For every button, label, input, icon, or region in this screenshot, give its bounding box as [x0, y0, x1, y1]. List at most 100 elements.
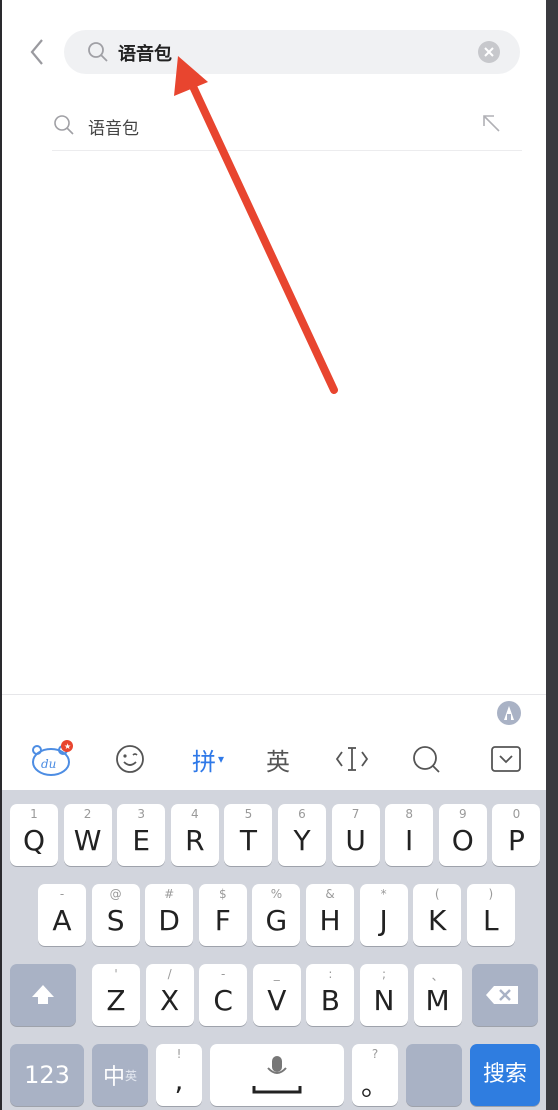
search-bar[interactable]: 语音包 [64, 30, 520, 74]
key-sub-label: 3 [137, 807, 145, 821]
delete-key[interactable] [472, 964, 538, 1026]
key-main-label: Q [22, 824, 46, 857]
key-v[interactable]: _ V [252, 964, 301, 1026]
search-toolbar-icon[interactable] [406, 740, 446, 778]
back-button[interactable] [26, 36, 50, 68]
key-main-label: L [482, 904, 499, 937]
comma-key[interactable]: ! , [156, 1044, 202, 1106]
fill-query-icon[interactable] [482, 114, 502, 138]
clear-button[interactable] [478, 41, 500, 63]
key-x[interactable]: / X [145, 964, 194, 1026]
key-sub-label: 9 [458, 807, 467, 821]
key-e[interactable]: 3E [117, 804, 166, 866]
key-sub-label: ) [488, 887, 494, 901]
emoji-icon[interactable] [110, 740, 150, 778]
key-i[interactable]: 8I [385, 804, 434, 866]
du-logo-icon[interactable]: du ★ [28, 740, 78, 778]
search-key-label: 搜索 [482, 1062, 527, 1087]
key-h[interactable]: & H [306, 884, 354, 946]
key-sub-label: % [270, 887, 283, 901]
key-sub-label: _ [273, 967, 280, 981]
search-input[interactable]: 语音包 [118, 40, 172, 66]
key-sub-label: 2 [83, 807, 92, 821]
key-sub-label: & [325, 887, 335, 901]
key-s[interactable]: @ S [91, 884, 140, 946]
key-sub-label: $ [218, 887, 227, 901]
numbers-label: 123 [24, 1061, 70, 1089]
suggestion-item[interactable]: 语音包 [52, 100, 522, 151]
key-j[interactable]: * J [359, 884, 408, 946]
key-main-label: U [345, 824, 366, 857]
shift-key[interactable] [10, 964, 76, 1026]
key-u[interactable]: 7U [331, 804, 380, 866]
key-o[interactable]: 9O [438, 804, 487, 866]
close-icon [484, 47, 494, 57]
key-main-label: H [319, 904, 341, 937]
key-main-label: C [213, 984, 233, 1017]
key-w[interactable]: 2W [63, 804, 112, 866]
key-f[interactable]: $ F [198, 884, 247, 946]
key-a[interactable]: -A [38, 884, 86, 946]
english-mode-button[interactable]: 英 [258, 740, 298, 778]
symbols-key[interactable] [406, 1044, 462, 1106]
english-label: 英 [266, 747, 290, 776]
key-main-label: O [451, 824, 474, 857]
key-q[interactable]: 1Q [10, 804, 58, 866]
key-r[interactable]: 4R [170, 804, 219, 866]
space-key[interactable] [210, 1044, 344, 1106]
numbers-key[interactable]: 123 [10, 1044, 84, 1106]
key-m[interactable]: 、 M [413, 964, 462, 1026]
key-main-label: B [320, 984, 340, 1017]
key-y[interactable]: 6Y [278, 804, 326, 866]
key-sub-label: 6 [298, 807, 306, 821]
key-sub-label: ' [114, 967, 118, 981]
key-main-label: D [158, 904, 180, 937]
key-sub-label: : [328, 967, 333, 981]
hide-keyboard-icon[interactable] [486, 740, 526, 778]
keyboard-toolbar: du ★ 拼 ▾ 英 [2, 728, 546, 790]
key-main-label: M [425, 984, 450, 1017]
key-main-label: X [160, 984, 180, 1017]
key-main-label: N [373, 984, 395, 1017]
chevron-left-icon [30, 39, 43, 65]
key-main-label: T [239, 824, 257, 857]
key-g[interactable]: % G [252, 884, 301, 946]
key-k[interactable]: (K [413, 884, 462, 946]
shift-icon [32, 985, 54, 1004]
key-sub-label: - [59, 887, 65, 901]
key-sub-label: 7 [351, 807, 360, 821]
key-b[interactable]: :B [306, 964, 355, 1026]
key-c[interactable]: -C [199, 964, 248, 1026]
key-l[interactable]: ) L [466, 884, 515, 946]
key-z[interactable]: ' Z [92, 964, 140, 1026]
key-sub-label: 1 [30, 807, 38, 821]
keyboard: 1Q2W3E4R5T6Y7U8I9O0P - A @ S # D $ F% G & H * J(K) L … [2, 790, 546, 1110]
backspace-icon [486, 986, 518, 1004]
key-main-label: R [185, 824, 205, 857]
key-sub-label: ; [381, 967, 387, 981]
period-key[interactable]: ? 。 [352, 1044, 398, 1106]
key-n[interactable]: ; N [360, 964, 408, 1026]
key-p[interactable]: 0P [492, 804, 541, 866]
zh-label: 中 [102, 1065, 125, 1090]
key-sub-label: * [380, 887, 387, 901]
search-key[interactable]: 搜索 [470, 1044, 540, 1106]
key-sub-label: - [221, 967, 226, 981]
key-main-label: Y [293, 824, 311, 857]
period-main: 。 [360, 1069, 389, 1102]
keyboard-divider [2, 694, 546, 695]
key-d[interactable]: # D [145, 884, 194, 946]
key-sub-label: / [167, 967, 172, 981]
microphone-icon [252, 1056, 302, 1094]
pinyin-mode-button[interactable]: 拼 ▾ [182, 740, 234, 778]
language-switch-key[interactable]: 中英 [92, 1044, 148, 1106]
keyboard-skin-icon[interactable] [496, 700, 522, 730]
key-main-label: I [405, 824, 414, 857]
key-main-label: A [52, 904, 72, 937]
cursor-move-icon[interactable] [332, 740, 372, 778]
key-sub-label: @ [109, 887, 122, 901]
key-t[interactable]: 5T [224, 804, 273, 866]
key-sub-label: 8 [405, 807, 413, 821]
key-main-label: J [379, 904, 388, 937]
key-sub-label: 5 [244, 807, 253, 821]
